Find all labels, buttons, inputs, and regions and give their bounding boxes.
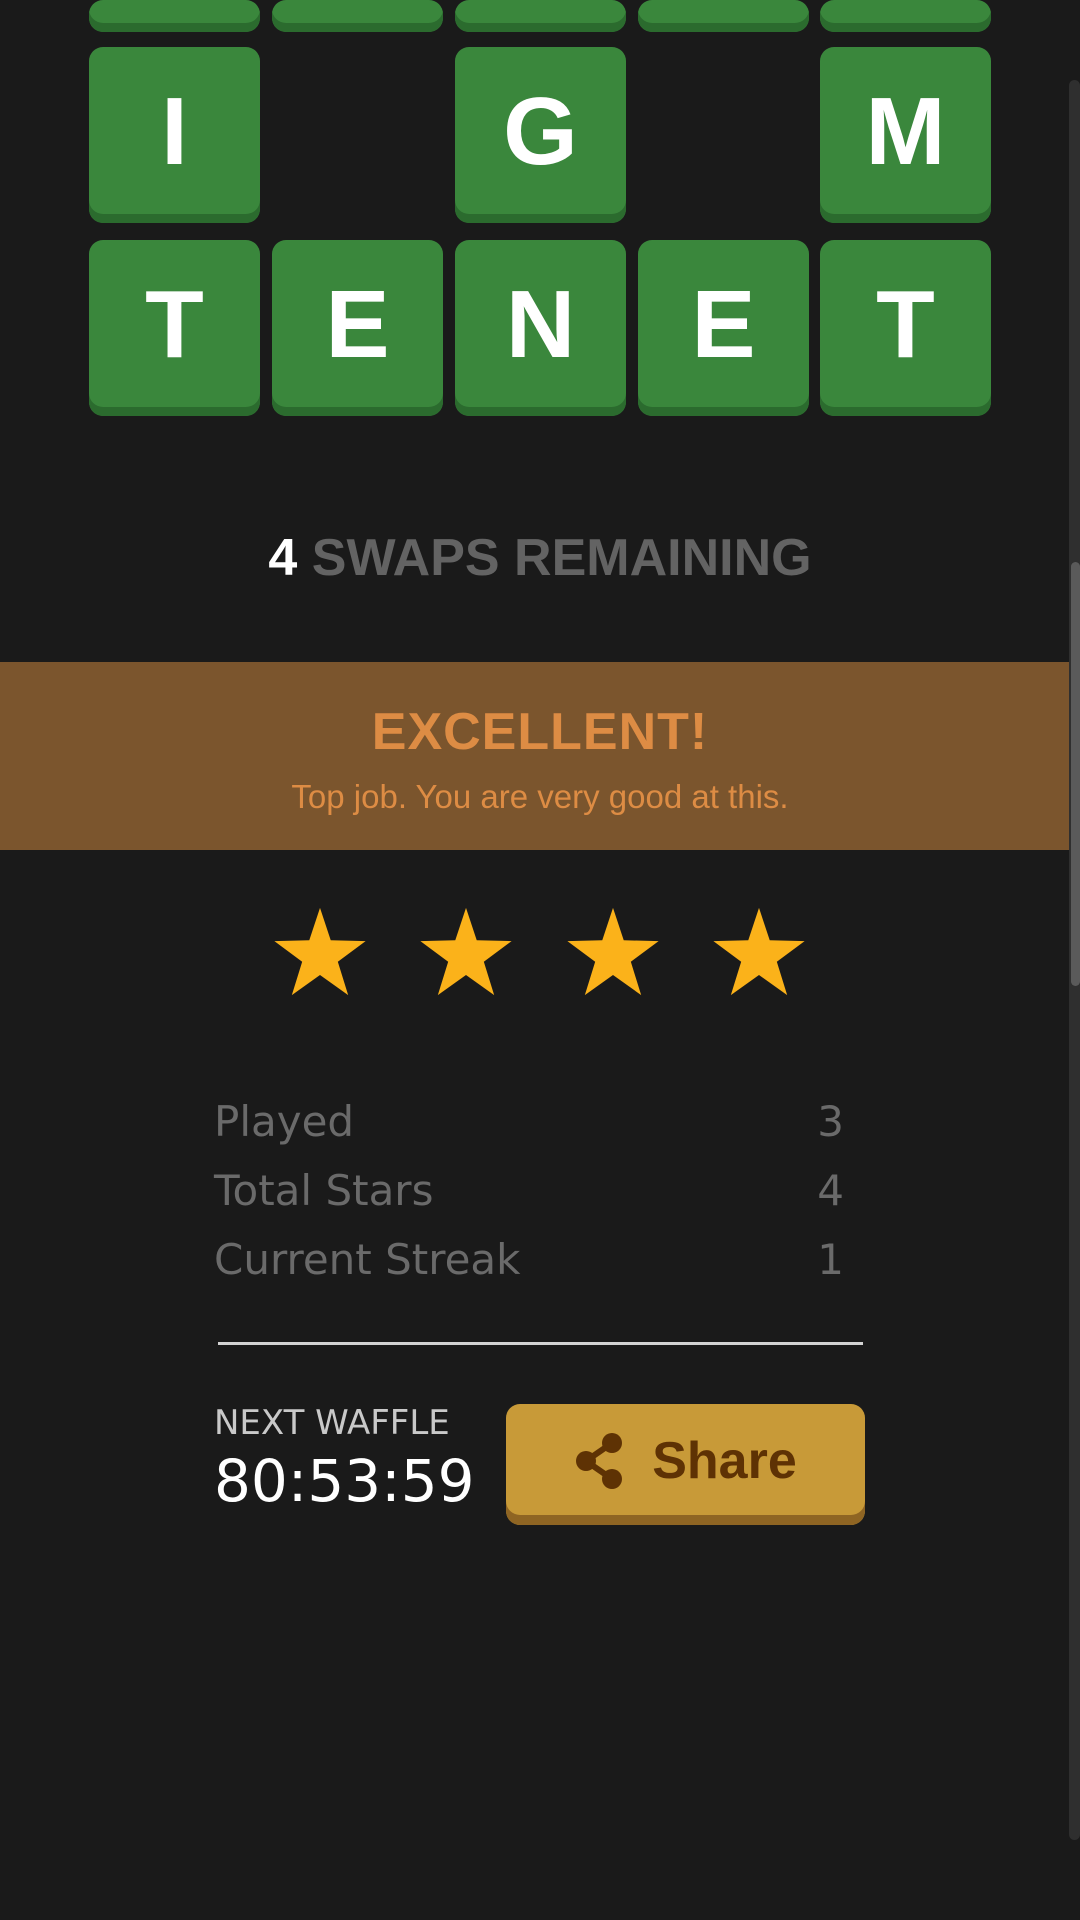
board-tile[interactable] (820, 0, 991, 32)
swaps-label: SWAPS REMAINING (311, 529, 812, 587)
board-tile[interactable] (638, 0, 809, 32)
board-tile[interactable]: T (820, 240, 991, 416)
star-icon (565, 906, 661, 998)
board-tile[interactable]: E (272, 240, 443, 416)
board-tile[interactable] (89, 0, 260, 32)
star-icon (272, 906, 368, 998)
board-tile[interactable]: T (89, 240, 260, 416)
share-button[interactable]: Share (506, 1404, 865, 1525)
share-label: Share (652, 1431, 797, 1490)
stat-current-streak-label: Current Streak (214, 1235, 521, 1284)
board-tile[interactable]: E (638, 240, 809, 416)
next-waffle-timer: 80:53:59 (214, 1447, 475, 1515)
next-waffle-label: NEXT WAFFLE (214, 1403, 450, 1443)
board-tile[interactable]: I (89, 47, 260, 223)
stat-total-stars-value: 4 (817, 1166, 844, 1215)
scrollbar-thumb[interactable] (1071, 562, 1080, 986)
stat-current-streak-value: 1 (817, 1235, 844, 1284)
result-message: Top job. You are very good at this. (291, 778, 789, 815)
board-tile[interactable] (455, 0, 626, 32)
share-icon (576, 1432, 623, 1489)
star-icon (418, 906, 514, 998)
board-tile[interactable] (272, 0, 443, 32)
stat-played-label: Played (214, 1097, 355, 1146)
board-tile[interactable]: M (820, 47, 991, 223)
board-tile[interactable]: N (455, 240, 626, 416)
swaps-count: 4 (268, 529, 298, 587)
stats-divider (218, 1342, 863, 1345)
result-banner: EXCELLENT! Top job. You are very good at… (0, 662, 1080, 850)
star-icon (711, 906, 807, 998)
stat-played-value: 3 (817, 1097, 844, 1146)
swaps-remaining: 4 SWAPS REMAINING (0, 528, 1080, 588)
stat-total-stars-label: Total Stars (214, 1166, 434, 1215)
board-tile[interactable]: G (455, 47, 626, 223)
result-title: EXCELLENT! (371, 703, 709, 761)
